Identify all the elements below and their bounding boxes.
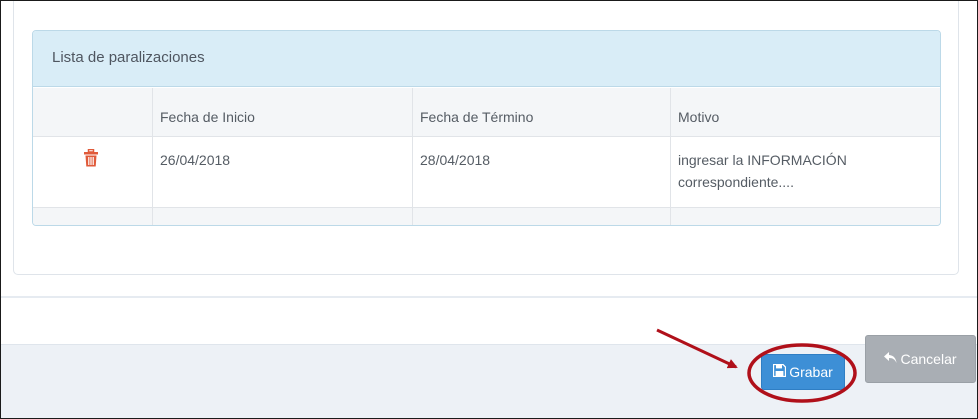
table-footer-row <box>33 208 940 225</box>
stoppages-panel: Lista de paralizaciones Fecha de Inicio … <box>32 30 941 226</box>
table-footer-cell <box>671 208 940 225</box>
save-button-label: Grabar <box>789 364 833 380</box>
floppy-disk-icon <box>773 363 787 380</box>
column-header-actions <box>33 88 153 136</box>
undo-arrow-icon <box>884 351 897 367</box>
column-header-end-date: Fecha de Término <box>413 88 671 136</box>
column-header-reason: Motivo <box>678 109 720 125</box>
table-footer-cell <box>33 208 153 225</box>
table-cell-start-date: 26/04/2018 <box>153 137 413 207</box>
screenshot-frame: Lista de paralizaciones Fecha de Inicio … <box>0 0 978 419</box>
cancel-button-label: Cancelar <box>900 351 957 367</box>
table-cell-actions <box>33 137 153 207</box>
panel-title: Lista de paralizaciones <box>33 31 940 87</box>
table-row: 26/04/2018 28/04/2018 ingresar la INFORM… <box>33 137 940 208</box>
column-header-start-date: Fecha de Inicio <box>153 88 413 136</box>
stoppages-table: Fecha de Inicio Fecha de Término Motivo <box>33 88 940 225</box>
table-footer-cell <box>153 208 413 225</box>
section-divider <box>1 296 977 298</box>
table-cell-reason: ingresar la INFORMACIÓN correspondiente.… <box>678 152 847 190</box>
cancel-button[interactable]: Cancelar <box>865 335 976 383</box>
table-footer-cell <box>413 208 671 225</box>
table-header-row: Fecha de Inicio Fecha de Término Motivo <box>33 88 940 137</box>
save-button[interactable]: Grabar <box>761 354 845 390</box>
table-cell-end-date: 28/04/2018 <box>413 137 671 207</box>
trash-icon[interactable] <box>84 148 98 167</box>
